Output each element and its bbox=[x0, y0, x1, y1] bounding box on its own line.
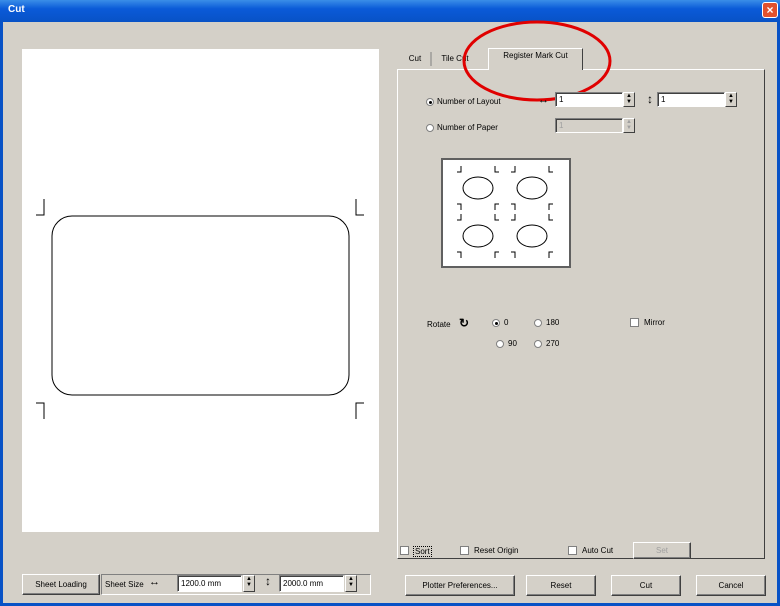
tab-highlight-overlay bbox=[430, 20, 612, 102]
sheet-width-arrow-icon: ↔ bbox=[149, 576, 160, 588]
plotter-preferences-button[interactable]: Plotter Preferences... bbox=[405, 575, 515, 596]
layout-thumbnail-drawing bbox=[457, 166, 553, 258]
rotate-270-label: 270 bbox=[546, 339, 560, 348]
rotate-label: Rotate bbox=[427, 320, 451, 329]
horizontal-arrow-icon: ↔ bbox=[538, 94, 549, 106]
sort-checkbox[interactable] bbox=[400, 546, 409, 555]
reset-button[interactable]: Reset bbox=[526, 575, 596, 596]
sheet-size-label: Sheet Size bbox=[105, 580, 144, 589]
rotate-180-radio[interactable] bbox=[534, 319, 542, 327]
mirror-checkbox[interactable] bbox=[630, 318, 639, 327]
layout-horizontal-spinner[interactable]: ▲ ▼ bbox=[623, 92, 635, 107]
layout-vertical-spinner[interactable]: ▲ ▼ bbox=[725, 92, 737, 107]
rotate-90-label: 90 bbox=[508, 339, 517, 348]
rotate-0-label: 0 bbox=[504, 318, 509, 327]
number-of-layout-label: Number of Layout bbox=[437, 97, 501, 106]
layout-vertical-field[interactable]: 1 bbox=[657, 92, 725, 107]
sheet-height-spinner[interactable]: ▲ ▼ bbox=[345, 575, 357, 592]
mirror-label: Mirror bbox=[644, 318, 665, 327]
sort-label: Sort bbox=[413, 546, 432, 557]
cut-button[interactable]: Cut bbox=[611, 575, 681, 596]
set-button: Set bbox=[633, 542, 691, 559]
paper-count-spinner: ▲ ▼ bbox=[623, 118, 635, 133]
number-of-paper-radio[interactable] bbox=[426, 124, 434, 132]
cancel-button[interactable]: Cancel bbox=[696, 575, 766, 596]
rotate-270-radio[interactable] bbox=[534, 340, 542, 348]
sheet-width-field[interactable]: 1200.0 mm bbox=[177, 575, 242, 592]
rotate-icon: ↻ bbox=[459, 316, 470, 330]
sheet-height-field[interactable]: 2000.0 mm bbox=[279, 575, 344, 592]
number-of-layout-radio[interactable] bbox=[426, 98, 434, 106]
layout-shape-1 bbox=[462, 176, 494, 200]
sheet-loading-button[interactable]: Sheet Loading bbox=[22, 574, 100, 595]
reset-origin-checkbox[interactable] bbox=[460, 546, 469, 555]
auto-cut-checkbox[interactable] bbox=[568, 546, 577, 555]
number-of-paper-label: Number of Paper bbox=[437, 123, 498, 132]
paper-count-field: 1 bbox=[555, 118, 623, 133]
auto-cut-label: Auto Cut bbox=[582, 546, 614, 555]
rotate-180-label: 180 bbox=[546, 318, 560, 327]
layout-shape-3 bbox=[462, 224, 494, 248]
layout-shape-2 bbox=[516, 176, 548, 200]
rotate-90-radio[interactable] bbox=[496, 340, 504, 348]
rotate-0-radio[interactable] bbox=[492, 319, 500, 327]
reset-origin-label: Reset Origin bbox=[474, 546, 519, 555]
sheet-height-arrow-icon: ↕ bbox=[265, 574, 271, 588]
vertical-arrow-icon: ↕ bbox=[647, 92, 653, 106]
layout-shape-4 bbox=[516, 224, 548, 248]
layout-horizontal-field[interactable]: 1 bbox=[555, 92, 623, 107]
sheet-width-spinner[interactable]: ▲ ▼ bbox=[243, 575, 255, 592]
layout-thumbnail bbox=[441, 158, 571, 268]
red-highlight-circle bbox=[462, 20, 612, 102]
